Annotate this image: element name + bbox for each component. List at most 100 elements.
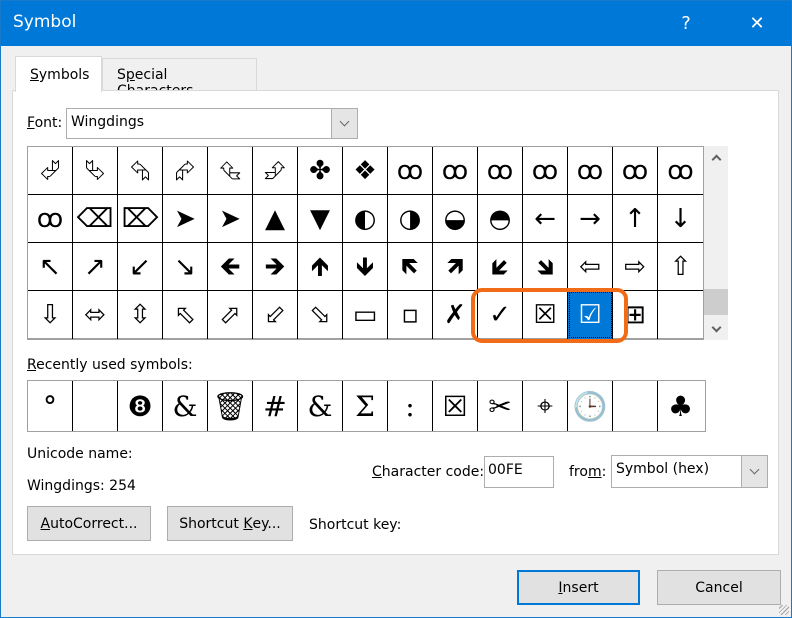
font-dropdown-button[interactable] — [331, 109, 357, 138]
insert-button[interactable]: Insert — [517, 570, 640, 605]
recent-symbol-cell[interactable]: ♣ — [658, 381, 703, 431]
symbol-cell[interactable]: ⊞ — [613, 291, 658, 339]
recent-symbol-cell[interactable]: # — [253, 381, 298, 431]
symbol-grid-scrollbar[interactable] — [704, 146, 728, 340]
recent-symbol-cell[interactable]: ⌖ — [523, 381, 568, 431]
from-dropdown-button[interactable] — [741, 456, 767, 487]
symbol-cell[interactable]: ◓ — [478, 195, 523, 243]
symbol-cell[interactable]: ⬀ — [208, 291, 253, 339]
symbol-cell[interactable]: ➤ — [163, 195, 208, 243]
shortcut-key-button[interactable]: Shortcut Key... — [167, 506, 293, 541]
symbol-cell[interactable]: ↖ — [28, 243, 73, 291]
tab-special-characters[interactable]: Special Characters — [102, 58, 257, 99]
recent-symbol-cell[interactable]: : — [388, 381, 433, 431]
symbol-cell[interactable]: ⌫ — [73, 195, 118, 243]
font-select[interactable]: Wingdings — [66, 108, 358, 139]
symbol-cell[interactable]: ⮰ — [28, 147, 73, 195]
symbol-cell[interactable]: ⬁ — [163, 291, 208, 339]
recent-symbol-cell[interactable]: ❽ — [118, 381, 163, 431]
symbol-cell[interactable]: ◑ — [388, 195, 433, 243]
symbol-cell[interactable]: ➤ — [208, 195, 253, 243]
symbol-cell[interactable]: ⬄ — [73, 291, 118, 339]
recent-symbol-cell[interactable]: & — [163, 381, 208, 431]
close-icon: ✕ — [749, 13, 765, 34]
recent-symbol-cell[interactable]: 🗑 — [208, 381, 253, 431]
symbol-cell[interactable]: ↙ — [118, 243, 163, 291]
symbol-cell[interactable]: ꝏ — [478, 147, 523, 195]
symbol-cell[interactable]: ⇧ — [658, 243, 703, 291]
symbol-cell[interactable]: 🡸 — [208, 243, 253, 291]
recent-symbol-cell[interactable]: ✂ — [478, 381, 523, 431]
symbol-cell[interactable]: ☑ — [568, 291, 613, 339]
symbol-cell[interactable]: ꝏ — [433, 147, 478, 195]
autocorrect-button[interactable]: AutoCorrect... — [27, 506, 151, 541]
recent-symbol-cell[interactable]: Σ — [343, 381, 388, 431]
symbol-cell[interactable]: ꝏ — [613, 147, 658, 195]
symbol-cell[interactable]: ⮱ — [73, 147, 118, 195]
symbol-cell[interactable]: ꝏ — [388, 147, 433, 195]
symbol-cell[interactable]: ꝏ — [523, 147, 568, 195]
symbol-cell[interactable]: ▼ — [298, 195, 343, 243]
symbol-cell[interactable]: 🡽 — [433, 243, 478, 291]
symbol-cell[interactable]: ⬃ — [253, 291, 298, 339]
symbol-cell[interactable]: ☒ — [523, 291, 568, 339]
scroll-down-button[interactable] — [704, 318, 728, 340]
symbol-cell[interactable]: ⇩ — [28, 291, 73, 339]
symbol-cell[interactable]: 🡺 — [253, 243, 298, 291]
help-button[interactable]: ? — [663, 1, 709, 46]
from-label-pre: fro — [569, 464, 588, 480]
recent-symbol-cell[interactable]: ° — [28, 381, 73, 431]
symbol-cell[interactable]: ↘ — [163, 243, 208, 291]
symbol-cell[interactable]: ⮴ — [208, 147, 253, 195]
symbol-cell[interactable]: ✓ — [478, 291, 523, 339]
character-code-input[interactable]: 00FE — [484, 456, 554, 488]
symbol-cell[interactable]: ꝏ — [658, 147, 703, 195]
cancel-button[interactable]: Cancel — [657, 570, 781, 605]
symbol-cell[interactable]: ꝏ — [28, 195, 73, 243]
symbol-cell[interactable]: ⇳ — [118, 291, 163, 339]
symbol-cell[interactable]: ↗ — [73, 243, 118, 291]
tab-symbols[interactable]: Symbols — [15, 56, 102, 92]
recent-symbol-cell[interactable] — [613, 381, 658, 431]
symbol-cell[interactable]: ← — [523, 195, 568, 243]
symbol-cell[interactable]: → — [568, 195, 613, 243]
symbol-cell[interactable]: ◐ — [343, 195, 388, 243]
symbol-cell[interactable]: 🡻 — [343, 243, 388, 291]
symbol-cell[interactable]: ⮵ — [253, 147, 298, 195]
symbol-cell[interactable]: ꝏ — [568, 147, 613, 195]
symbol-cell[interactable] — [658, 291, 703, 339]
recent-symbol-cell[interactable]: 🕒 — [568, 381, 613, 431]
symbol-cell[interactable]: ▲ — [253, 195, 298, 243]
symbol-cell[interactable]: ⮳ — [163, 147, 208, 195]
symbol-cell[interactable]: ↓ — [658, 195, 703, 243]
font-label-accel: F — [27, 115, 35, 131]
recent-symbol-cell[interactable]: ☒ — [433, 381, 478, 431]
close-button[interactable]: ✕ — [734, 1, 780, 46]
symbol-cell[interactable]: ⇨ — [613, 243, 658, 291]
from-select[interactable]: Symbol (hex) — [611, 455, 768, 488]
symbol-cell[interactable]: 🡿 — [478, 243, 523, 291]
charcode-label-text: haracter code: — [381, 464, 485, 480]
recent-symbols-row: ° ❽ & 🗑 # & Σ: ☒ ✂ ⌖ 🕒 ♣ — [27, 380, 706, 432]
symbol-cell[interactable]: ⇦ — [568, 243, 613, 291]
character-code-value: 00FE — [488, 462, 523, 478]
symbol-cell[interactable]: ✤ — [298, 147, 343, 195]
symbol-cell[interactable]: 🡹 — [298, 243, 343, 291]
symbol-cell[interactable]: ❖ — [343, 147, 388, 195]
symbol-cell[interactable]: 🡼 — [388, 243, 433, 291]
scroll-up-button[interactable] — [704, 146, 728, 168]
recent-symbol-cell[interactable]: & — [298, 381, 343, 431]
tab-label-pre: S — [117, 67, 126, 83]
symbol-cell[interactable]: ▫ — [388, 291, 433, 339]
symbol-cell[interactable]: ⮲ — [118, 147, 163, 195]
symbol-cell[interactable]: ⬂ — [298, 291, 343, 339]
symbol-cell[interactable]: ↑ — [613, 195, 658, 243]
recent-symbol-cell[interactable] — [73, 381, 118, 431]
symbol-cell[interactable]: 🡾 — [523, 243, 568, 291]
symbol-cell[interactable]: ✗ — [433, 291, 478, 339]
symbol-cell[interactable]: ⌦ — [118, 195, 163, 243]
symbol-cell[interactable]: ◒ — [433, 195, 478, 243]
scrollbar-thumb[interactable] — [704, 289, 728, 315]
resize-grip[interactable] — [779, 605, 789, 615]
symbol-cell[interactable]: ▭ — [343, 291, 388, 339]
